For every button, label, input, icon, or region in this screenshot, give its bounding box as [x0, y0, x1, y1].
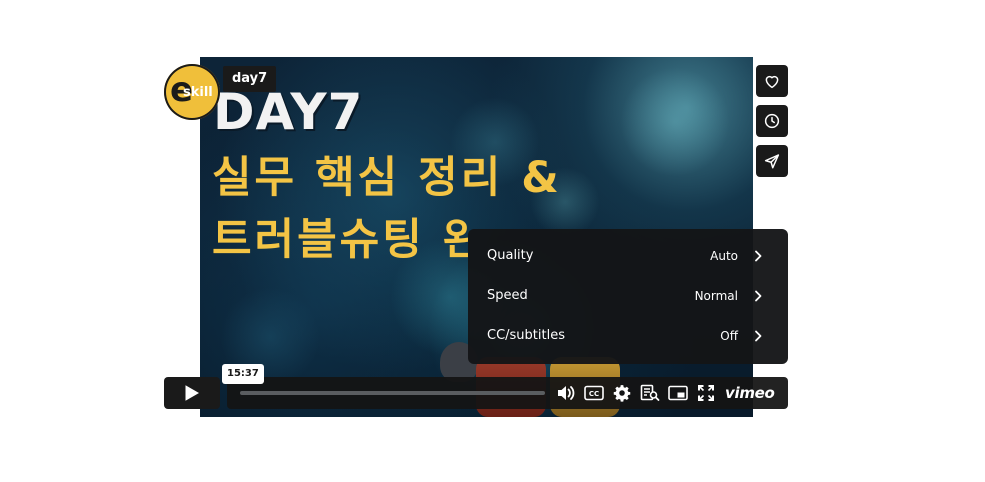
thumbnail-day-title: DAY7 [213, 83, 364, 141]
logo-text: skill [183, 85, 213, 100]
heart-icon [765, 75, 779, 89]
cc-icon: CC [584, 385, 604, 401]
menu-item-label: Speed [487, 288, 528, 303]
menu-item-value: Off [720, 329, 738, 343]
menu-item-label: Quality [487, 248, 534, 263]
chevron-right-icon [755, 330, 762, 342]
chevron-right-icon [755, 290, 762, 302]
share-button[interactable] [756, 145, 788, 177]
fullscreen-button[interactable] [696, 384, 716, 402]
menu-item-value: Auto [710, 249, 738, 263]
vimeo-logo[interactable]: vimeo [725, 381, 775, 405]
fullscreen-icon [698, 385, 714, 401]
pip-icon [668, 385, 688, 401]
gear-icon [613, 385, 631, 402]
captions-button[interactable]: CC [584, 384, 604, 402]
thumbnail-headline-line2-clip: 트러블슈팅 완성 [200, 208, 468, 268]
picture-in-picture-button[interactable] [668, 384, 688, 402]
volume-button[interactable] [556, 384, 576, 402]
menu-item-subtitles[interactable]: CC/subtitles Off [468, 316, 788, 356]
settings-button[interactable] [612, 384, 632, 402]
play-icon [185, 385, 199, 401]
thumbnail-headline-line2: 트러블슈팅 완성 [212, 215, 468, 265]
play-button[interactable] [164, 377, 220, 409]
menu-item-speed[interactable]: Speed Normal [468, 276, 788, 316]
time-tooltip: 15:37 [222, 364, 264, 384]
thumbnail-headline-line1: 실무 핵심 정리 & [212, 153, 562, 203]
menu-item-label: CC/subtitles [487, 328, 565, 343]
menu-item-value: Normal [694, 289, 738, 303]
bokeh-light [620, 67, 730, 177]
svg-text:CC: CC [589, 390, 599, 398]
transcript-button[interactable] [640, 384, 660, 402]
progress-bar[interactable] [240, 391, 545, 395]
video-title-chip[interactable]: day7 [223, 66, 277, 92]
transcript-icon [640, 384, 660, 401]
chevron-right-icon [755, 250, 762, 262]
volume-icon [558, 386, 575, 400]
channel-logo[interactable]: e skill [164, 64, 220, 120]
watch-later-button[interactable] [756, 105, 788, 137]
clock-icon [764, 113, 780, 129]
settings-menu: Quality Auto Speed Normal CC/subtitles O… [468, 229, 788, 364]
like-button[interactable] [756, 65, 788, 97]
send-icon [764, 154, 780, 169]
menu-item-quality[interactable]: Quality Auto [468, 236, 788, 276]
